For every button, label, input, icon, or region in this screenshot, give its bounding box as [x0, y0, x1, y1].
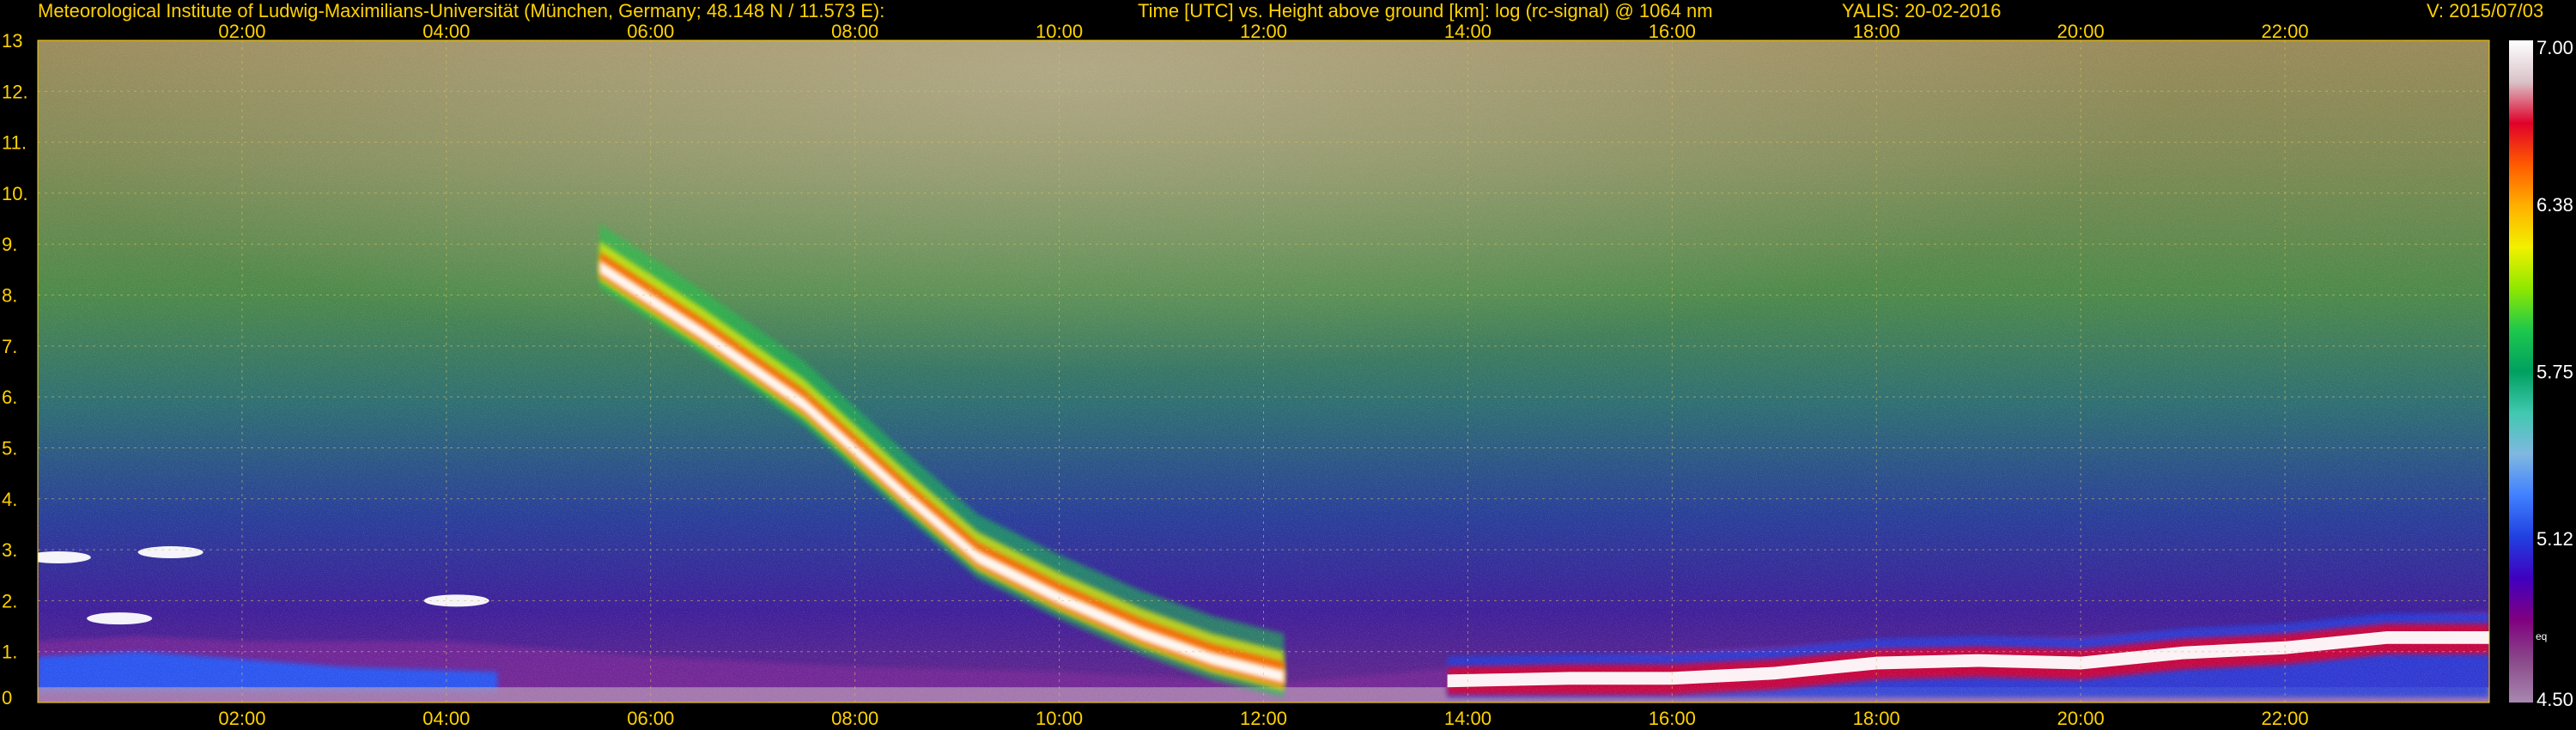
colorbar-tick-label: 7.00 — [2537, 37, 2573, 58]
colorbar-tick-label: 5.75 — [2537, 362, 2573, 383]
x-tick-label-top: 02:00 — [218, 21, 265, 42]
x-tick-label-bottom: 04:00 — [422, 708, 470, 729]
y-tick-label: 1. — [2, 642, 17, 663]
y-tick-label: 11. — [2, 132, 27, 154]
x-tick-label-top: 14:00 — [1444, 21, 1492, 42]
x-tick-label-bottom: 18:00 — [1853, 708, 1900, 729]
x-tick-label-bottom: 20:00 — [2057, 708, 2105, 729]
x-tick-label-bottom: 02:00 — [218, 708, 265, 729]
colorbar: 7.00 6.38 5.75 5.12 4.50 eq — [2509, 37, 2573, 710]
y-tick-label: 6. — [2, 386, 17, 408]
x-tick-label-bottom: 06:00 — [627, 708, 674, 729]
x-tick-label-top: 16:00 — [1649, 21, 1696, 42]
y-tick-label: 3. — [2, 539, 17, 561]
y-tick-label: 12. — [2, 81, 28, 102]
x-tick-label-bottom: 14:00 — [1444, 708, 1492, 729]
x-tick-label-top: 06:00 — [627, 21, 674, 42]
x-tick-label-top: 08:00 — [831, 21, 878, 42]
x-tick-label-bottom: 16:00 — [1649, 708, 1696, 729]
plot-area — [38, 40, 2489, 703]
x-axis-ticks-bottom: 02:00 04:00 06:00 08:00 10:00 12:00 14:00 16:00… — [218, 708, 2308, 729]
x-tick-label-top: 10:00 — [1036, 21, 1083, 42]
y-tick-label: 2. — [2, 590, 17, 611]
y-tick-label: 8. — [2, 285, 17, 307]
colorbar-eq-label: eq — [2536, 630, 2547, 642]
x-tick-label-top: 20:00 — [2057, 21, 2105, 42]
x-tick-label-bottom: 22:00 — [2262, 708, 2309, 729]
y-tick-label: 5. — [2, 437, 17, 459]
y-tick-label: 13 — [2, 30, 22, 52]
x-tick-label-top: 18:00 — [1853, 21, 1900, 42]
colorbar-tick-label: 6.38 — [2537, 194, 2573, 216]
x-tick-label-top: 22:00 — [2262, 21, 2309, 42]
x-tick-label-top: 12:00 — [1240, 21, 1287, 42]
colorbar-labels: 7.00 6.38 5.75 5.12 4.50 — [2537, 37, 2573, 710]
x-tick-label-bottom: 08:00 — [831, 708, 878, 729]
y-axis-ticks: 0 1. 2. 3. 4. 5. 6. 7. 8. 9. 10. 11. 12. 13 — [2, 30, 28, 709]
y-tick-label: 4. — [2, 489, 17, 510]
x-tick-label-bottom: 12:00 — [1240, 708, 1287, 729]
colorbar-tick-label: 4.50 — [2537, 689, 2573, 710]
colorbar-tick-label: 5.12 — [2537, 528, 2573, 550]
x-axis-ticks-top: 02:00 04:00 06:00 08:00 10:00 12:00 14:00 16:00… — [218, 21, 2308, 42]
y-tick-label: 0 — [2, 687, 12, 709]
x-tick-label-bottom: 10:00 — [1036, 708, 1083, 729]
y-tick-label: 9. — [2, 234, 17, 255]
x-tick-label-top: 04:00 — [422, 21, 470, 42]
y-tick-label: 7. — [2, 336, 17, 357]
colorbar-gradient — [2509, 40, 2533, 703]
y-tick-label: 10. — [2, 183, 28, 204]
lidar-heatmap-chart: 0 1. 2. 3. 4. 5. 6. 7. 8. 9. 10. 11. 12. 13 02:00 04:0… — [2, 21, 2573, 729]
